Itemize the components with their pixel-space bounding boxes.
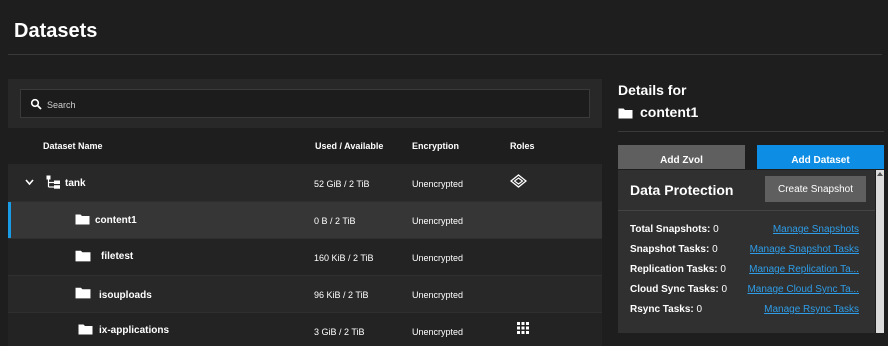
stat-label: Replication Tasks: <box>630 264 718 275</box>
table-row-filetest[interactable]: filetest 160 KiB / 2 TiB Unencrypted <box>8 239 602 276</box>
stat-total-snapshots: Total Snapshots: 0 <box>630 224 719 235</box>
folder-icon <box>78 324 93 335</box>
stat-replication-tasks: Replication Tasks: 0 <box>630 264 726 275</box>
encryption-status: Unencrypted <box>412 290 464 300</box>
stat-cloud-sync-tasks: Cloud Sync Tasks: 0 <box>630 284 727 295</box>
manage-snapshot-tasks-link[interactable]: Manage Snapshot Tasks <box>750 244 859 255</box>
encryption-status: Unencrypted <box>412 327 464 337</box>
stat-label: Rsync Tasks: <box>630 304 694 315</box>
dataset-name: content1 <box>95 215 137 226</box>
dataset-name: filetest <box>101 251 134 262</box>
apps-grid-icon <box>517 322 529 334</box>
manage-snapshots-link[interactable]: Manage Snapshots <box>773 224 859 235</box>
dataset-tree-panel: Dataset Name Used / Available Encryption… <box>8 79 602 346</box>
data-protection-title: Data Protection <box>630 182 734 198</box>
used-available: 3 GiB / 2 TiB <box>314 327 365 337</box>
search-icon <box>30 98 42 110</box>
header-dataset-name[interactable]: Dataset Name <box>43 141 103 151</box>
scroll-up-arrow-icon[interactable] <box>877 172 883 176</box>
table-row-ix-applications[interactable]: ix-applications 3 GiB / 2 TiB Unencrypte… <box>8 313 602 346</box>
used-available: 160 KiB / 2 TiB <box>314 253 374 263</box>
selection-indicator <box>8 202 11 238</box>
stat-value: 0 <box>720 264 726 275</box>
table-header: Dataset Name Used / Available Encryption… <box>8 128 602 164</box>
title-divider <box>8 54 882 55</box>
page-title: Datasets <box>14 20 98 42</box>
used-available: 52 GiB / 2 TiB <box>314 179 370 189</box>
chevron-down-icon[interactable] <box>25 179 34 186</box>
encryption-status: Unencrypted <box>412 253 464 263</box>
dataset-name: ix-applications <box>99 325 170 336</box>
table-row-isouploads[interactable]: isouploads 96 KiB / 2 TiB Unencrypted <box>8 276 602 313</box>
dataset-tree-icon <box>46 175 60 189</box>
details-dataset-name: content1 <box>640 104 699 120</box>
add-zvol-button[interactable]: Add Zvol <box>618 145 745 169</box>
encryption-status: Unencrypted <box>412 179 464 189</box>
encryption-status: Unencrypted <box>412 216 464 226</box>
used-available: 0 B / 2 TiB <box>314 216 356 226</box>
create-snapshot-button[interactable]: Create Snapshot <box>765 176 866 202</box>
search-input[interactable] <box>45 90 569 119</box>
manage-replication-tasks-link[interactable]: Manage Replication Ta... <box>749 264 859 275</box>
header-encryption[interactable]: Encryption <box>412 141 459 151</box>
folder-icon <box>75 250 91 262</box>
dataset-name: isouploads <box>99 290 152 301</box>
header-roles[interactable]: Roles <box>510 141 535 151</box>
stat-value: 0 <box>721 284 728 295</box>
folder-icon <box>618 108 633 119</box>
search-box[interactable] <box>20 89 590 119</box>
stat-label: Snapshot Tasks: <box>630 244 710 255</box>
details-heading: Details for <box>618 82 687 98</box>
table-row-content1[interactable]: content1 0 B / 2 TiB Unencrypted <box>8 202 602 239</box>
stat-label: Cloud Sync Tasks: <box>630 284 719 295</box>
manage-cloud-sync-tasks-link[interactable]: Manage Cloud Sync Ta... <box>747 284 859 295</box>
header-used-available[interactable]: Used / Available <box>315 141 383 151</box>
table-row-tank[interactable]: tank 52 GiB / 2 TiB Unencrypted <box>8 165 602 202</box>
details-scrollbar[interactable] <box>876 170 884 333</box>
details-divider <box>618 131 884 132</box>
add-dataset-button[interactable]: Add Dataset <box>757 145 884 169</box>
card-divider <box>618 210 875 211</box>
data-protection-card: Data Protection Create Snapshot Total Sn… <box>618 170 875 333</box>
share-icon <box>510 174 527 188</box>
stat-snapshot-tasks: Snapshot Tasks: 0 <box>630 244 718 255</box>
stat-value: 0 <box>696 304 703 315</box>
stat-label: Total Snapshots: <box>630 224 711 235</box>
dataset-name: tank <box>65 178 86 189</box>
used-available: 96 KiB / 2 TiB <box>314 290 369 300</box>
stat-rsync-tasks: Rsync Tasks: 0 <box>630 304 702 315</box>
folder-icon <box>75 214 90 225</box>
manage-rsync-tasks-link[interactable]: Manage Rsync Tasks <box>764 304 859 315</box>
folder-icon <box>75 287 91 299</box>
stat-value: 0 <box>713 224 719 235</box>
stat-value: 0 <box>712 244 718 255</box>
